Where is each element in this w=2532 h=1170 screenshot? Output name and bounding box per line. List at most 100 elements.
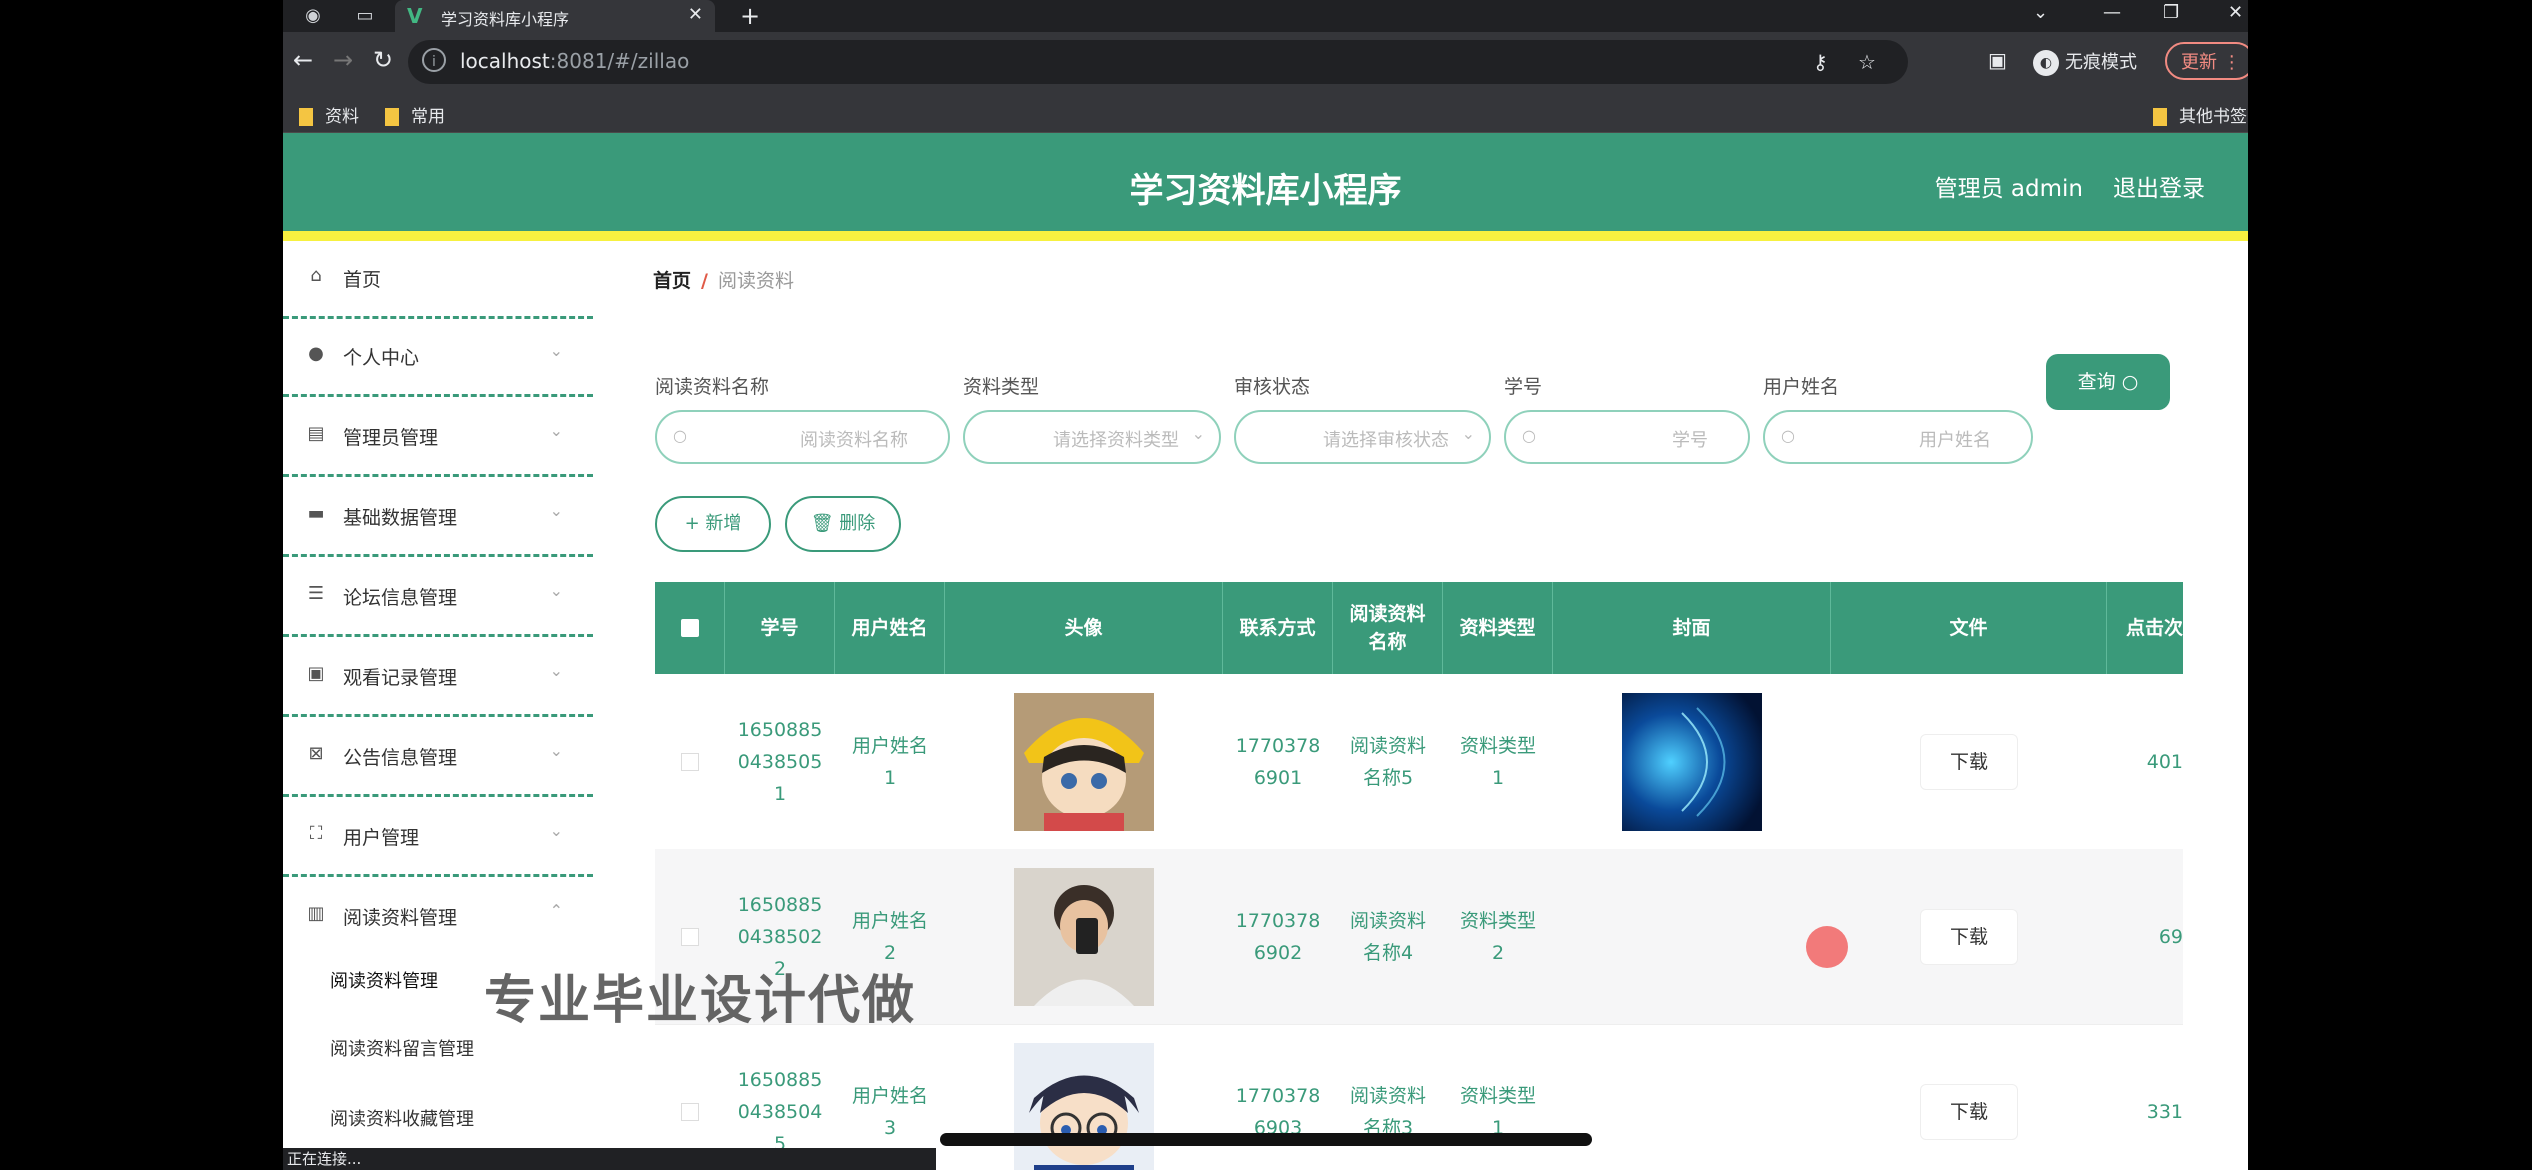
sidebar-panel-icon[interactable]: ▣	[1988, 48, 2007, 72]
checkbox-icon	[681, 927, 699, 946]
download-button[interactable]: 下载	[1920, 1083, 2018, 1140]
sidebar-item-label: 观看记录管理	[343, 667, 458, 689]
add-button[interactable]: + 新增	[655, 496, 771, 552]
cursor-indicator	[1806, 926, 1848, 968]
avatar	[1014, 692, 1154, 831]
column-header[interactable]: 阅读资料 名称	[1333, 582, 1443, 674]
star-icon[interactable]: ☆	[1858, 50, 1876, 74]
cell-cover	[1553, 1024, 1831, 1170]
sidebar-item-profile[interactable]: ● 个人中心 ⌄	[283, 319, 593, 397]
filter-label-username: 用户姓名	[1763, 376, 1840, 398]
query-button[interactable]: 查询 ○	[2046, 354, 2170, 410]
name-search-input[interactable]: ○ 阅读资料名称	[655, 410, 950, 464]
watermark-text: 专业毕业设计代做	[484, 971, 917, 1031]
sidebar-item-label: 公告信息管理	[343, 747, 458, 769]
status-select[interactable]: 请选择审核状态 ⌄	[1234, 410, 1491, 464]
download-button[interactable]: 下载	[1920, 733, 2018, 790]
new-tab-icon[interactable]: +	[740, 2, 760, 30]
cell-username: 用户姓名 1	[851, 734, 928, 789]
globe-icon[interactable]: ◉	[301, 4, 325, 28]
cell-type: 资料类型 1	[1459, 734, 1536, 789]
sidebar-subitem-reading-favorites[interactable]: 阅读资料收藏管理	[330, 1105, 474, 1131]
sidebar-item-basic-data[interactable]: ▬ 基础数据管理 ⌄	[283, 479, 593, 557]
update-label: 更新	[2181, 52, 2217, 73]
browser-tab[interactable]: V 学习资料库小程序 ✕	[395, 0, 715, 32]
sidebar-item-home[interactable]: ⌂ 首页	[283, 241, 593, 319]
sidebar-item-admins[interactable]: ▤ 管理员管理 ⌄	[283, 399, 593, 477]
reload-icon[interactable]: ↻	[373, 46, 393, 74]
column-header[interactable]: 封面	[1553, 582, 1831, 674]
name-placeholder: 阅读资料名称	[800, 430, 908, 451]
column-header[interactable]: 点击次	[2107, 582, 2183, 674]
sidebar-subitem-reading-materials[interactable]: 阅读资料管理	[330, 967, 438, 993]
type-placeholder: 请选择资料类型	[1053, 430, 1179, 451]
logout-link[interactable]: 退出登录	[2113, 169, 2205, 203]
home-icon: ⌂	[310, 265, 322, 286]
chevron-down-icon: ⌄	[1191, 424, 1205, 443]
column-header[interactable]: 联系方式	[1223, 582, 1333, 674]
info-icon[interactable]: i	[422, 48, 446, 72]
accent-bar	[283, 231, 2248, 241]
other-bookmarks[interactable]: 其他书签	[2153, 102, 2247, 127]
download-button[interactable]: 下载	[1920, 908, 2018, 965]
bookmark-folder[interactable]: 常用	[385, 102, 445, 127]
chevron-down-icon[interactable]: ⌄	[2033, 2, 2048, 23]
clipboard-x-icon: ⊠	[308, 743, 324, 764]
delete-button[interactable]: 🗑 删除	[785, 496, 901, 552]
sidebar-item-watch-records[interactable]: ▣ 观看记录管理 ⌄	[283, 639, 593, 717]
sidebar-item-label: 首页	[343, 269, 382, 291]
chevron-down-icon: ⌄	[549, 741, 563, 760]
bookmark-folder[interactable]: 资料	[299, 102, 359, 127]
url-field[interactable]: i localhost:8081/#/zillao ⚷ ☆	[408, 40, 1908, 84]
select-all-checkbox[interactable]	[655, 582, 725, 674]
chat-icon: ▬	[307, 503, 325, 524]
chevron-down-icon: ⌄	[549, 581, 563, 600]
cell-avatar	[945, 674, 1223, 849]
close-window-icon[interactable]: ✕	[2228, 2, 2243, 23]
checkbox-icon	[681, 752, 699, 771]
sidebar-item-reading-materials[interactable]: ▥ 阅读资料管理 ⌃	[283, 879, 593, 957]
table-header: 学号 用户姓名 头像 联系方式 阅读资料 名称 资料类型 封面 文件 点击次	[655, 582, 2183, 674]
column-header[interactable]: 用户姓名	[835, 582, 945, 674]
cell-title: 阅读资料 名称5	[1349, 734, 1426, 789]
column-header[interactable]: 资料类型	[1443, 582, 1553, 674]
sidebar-item-notices[interactable]: ⊠ 公告信息管理 ⌄	[283, 719, 593, 797]
url-host: localhost	[460, 49, 550, 73]
bookmarks-bar: 资料 常用 其他书签	[283, 94, 2248, 133]
close-tab-icon[interactable]: ✕	[688, 4, 703, 25]
window-icon[interactable]: ▭	[353, 4, 377, 28]
cell-clicks: 331	[2146, 1100, 2183, 1123]
key-icon[interactable]: ⚷	[1813, 50, 1828, 74]
other-bookmarks-label: 其他书签	[2179, 107, 2247, 127]
column-header[interactable]: 头像	[945, 582, 1223, 674]
username-input[interactable]: ○ 用户姓名	[1763, 410, 2033, 464]
cell-title: 阅读资料 名称4	[1349, 909, 1426, 964]
sidebar-item-forum[interactable]: ☰ 论坛信息管理 ⌄	[283, 559, 593, 637]
student-id-input[interactable]: ○ 学号	[1504, 410, 1750, 464]
column-header[interactable]: 文件	[1831, 582, 2107, 674]
update-button[interactable]: 更新 ⋮	[2165, 42, 2248, 80]
cell-avatar	[945, 849, 1223, 1024]
back-icon[interactable]: ←	[293, 46, 313, 74]
incognito-indicator[interactable]: ◐ 无痕模式	[2033, 48, 2137, 76]
chevron-down-icon: ⌄	[1461, 424, 1475, 443]
restore-icon[interactable]: ❐	[2163, 2, 2179, 23]
chevron-down-icon: ⌄	[549, 341, 563, 360]
sidebar-subitem-reading-comments[interactable]: 阅读资料留言管理	[330, 1035, 474, 1061]
type-select[interactable]: 请选择资料类型 ⌄	[963, 410, 1221, 464]
breadcrumb-home[interactable]: 首页	[653, 270, 691, 292]
minimize-icon[interactable]: —	[2103, 2, 2121, 23]
filter-label-name: 阅读资料名称	[655, 376, 770, 398]
cell-avatar	[945, 1024, 1223, 1170]
sidebar-item-users[interactable]: ⛶ 用户管理 ⌄	[283, 799, 593, 877]
folder-icon	[299, 108, 313, 126]
cell-clicks: 69	[2158, 925, 2183, 948]
clipboard-icon: ▥	[307, 903, 325, 924]
table-row: 1650885 0438505 1 用户姓名 1 1770378 6901 阅读…	[655, 674, 2183, 850]
cell-file: 下载	[1831, 674, 2107, 849]
column-header[interactable]: 学号	[725, 582, 835, 674]
cell-file: 下载	[1831, 1024, 2107, 1170]
row-checkbox[interactable]	[655, 674, 725, 849]
forward-icon[interactable]: →	[333, 46, 353, 74]
status-bar: 正在连接...	[283, 1148, 936, 1170]
